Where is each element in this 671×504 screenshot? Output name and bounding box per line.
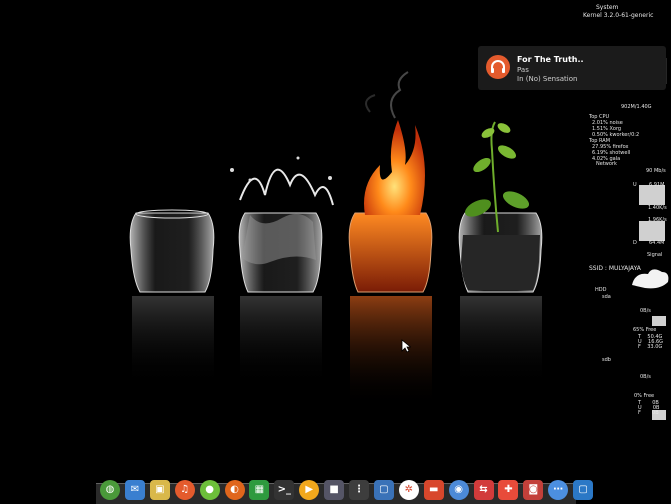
spreadsheet-glyph: ▦ <box>254 484 265 495</box>
screenshot-icon[interactable]: ▢ <box>573 480 594 500</box>
chat-glyph: ⋯ <box>553 484 564 495</box>
files-icon[interactable]: ▬ <box>423 480 444 500</box>
sda-stat-row: F 33.0G <box>638 344 663 350</box>
fire-glass <box>348 71 433 293</box>
kernel-version: Kernel 3.2.0-61-generic <box>583 12 654 19</box>
network-label: Network <box>596 161 617 167</box>
spreadsheet-icon[interactable]: ▦ <box>249 480 270 500</box>
pinwheel-glyph: ✲ <box>404 484 413 495</box>
sdb-free: 0% Free <box>634 393 655 399</box>
terminal-glyph: >_ <box>277 484 291 495</box>
glass-reflection <box>460 296 542 386</box>
sda-free: 65% Free <box>633 327 657 333</box>
headphones-icon <box>486 55 510 79</box>
track-artist: Pas <box>517 66 529 74</box>
upload-total: 6.91M <box>649 182 665 188</box>
water-glass <box>230 156 334 293</box>
switcher-glyph: ⇆ <box>479 484 488 495</box>
upload-graph <box>639 185 665 205</box>
terminal-icon[interactable]: >_ <box>274 480 295 500</box>
media-player-icon[interactable]: ▶ <box>299 480 320 500</box>
track-title: For The Truth.. <box>517 55 584 64</box>
camera-icon[interactable]: ◙ <box>523 480 544 500</box>
download-rate: 1.96K/s <box>648 217 667 223</box>
mail-icon[interactable]: ✉ <box>124 480 145 500</box>
hdd-label: HDD <box>595 287 607 293</box>
camera-glyph: ◙ <box>528 484 539 495</box>
video-glyph: ■ <box>329 484 339 495</box>
upload-rate: 1.40K/s <box>648 205 667 211</box>
download-graph <box>639 221 665 241</box>
track-album: In (No) Sensation <box>517 75 578 83</box>
sdb-label: sdb <box>602 357 611 363</box>
app-center-glyph: ● <box>205 484 214 495</box>
files-glyph: ▬ <box>428 484 439 495</box>
photos-glyph: ▣ <box>155 484 165 495</box>
system-label: System <box>596 4 619 11</box>
chromium-glyph: ◉ <box>454 484 463 495</box>
screenshot-glyph: ▢ <box>578 484 588 495</box>
music-glyph: ♫ <box>180 484 190 495</box>
signal-graph <box>632 269 669 289</box>
music-icon[interactable]: ♫ <box>174 480 195 500</box>
firefox-glyph: ◐ <box>230 484 239 495</box>
sda-label: sda <box>602 294 611 300</box>
pinwheel-icon[interactable]: ✲ <box>398 480 419 500</box>
sda-rate: 0B/s <box>640 308 651 314</box>
music-notification[interactable]: For The Truth.. Pas In (No) Sensation <box>478 46 666 90</box>
chat-icon[interactable]: ⋯ <box>548 480 569 500</box>
mouse-pointer-icon <box>401 339 411 353</box>
chromium-icon[interactable]: ◉ <box>448 480 469 500</box>
download-total: 64.4M <box>649 240 665 246</box>
photos-icon[interactable]: ▣ <box>149 480 170 500</box>
web-browser-glyph: ◍ <box>105 484 115 495</box>
app-center-icon[interactable]: ● <box>199 480 220 500</box>
empty-glass <box>129 209 215 293</box>
media-player-glyph: ▶ <box>305 484 314 495</box>
sdb-stat-row: F 0B <box>638 410 659 416</box>
plant-glass <box>458 121 543 293</box>
memory-summary: 902M/1.40G <box>621 104 652 110</box>
glass-reflection <box>350 296 432 406</box>
web-browser-icon[interactable]: ◍ <box>100 480 120 500</box>
network-speed: 90 Mb/s <box>646 168 666 174</box>
virtualbox-icon[interactable]: ▢ <box>373 480 394 500</box>
wifi-ssid: SSID : MULYAJAYA <box>589 265 641 272</box>
apps-grid-glyph: ⋮ <box>354 484 364 495</box>
glass-reflection <box>132 296 214 386</box>
mail-glyph: ✉ <box>130 484 140 495</box>
dock: ◍ ✉ ▣ ♫ ● ◐ ▦ >_ ▶ ■ ⋮ ▢ ✲ ▬ ◉ ⇆ ✚ ◙ ⋯ ▢ <box>96 475 594 504</box>
upload-label: U <box>633 182 637 188</box>
download-label: D <box>633 240 637 246</box>
software-store-icon[interactable]: ✚ <box>498 480 519 500</box>
switcher-icon[interactable]: ⇆ <box>473 480 494 500</box>
apps-grid-icon[interactable]: ⋮ <box>349 480 369 500</box>
sda-graph <box>652 316 666 326</box>
virtualbox-glyph: ▢ <box>379 484 389 495</box>
sdb-rate: 0B/s <box>640 374 651 380</box>
signal-label: Signal <box>647 252 663 258</box>
glass-reflection <box>240 296 322 386</box>
video-icon[interactable]: ■ <box>324 480 345 500</box>
software-store-glyph: ✚ <box>504 484 513 495</box>
firefox-icon[interactable]: ◐ <box>224 480 245 500</box>
